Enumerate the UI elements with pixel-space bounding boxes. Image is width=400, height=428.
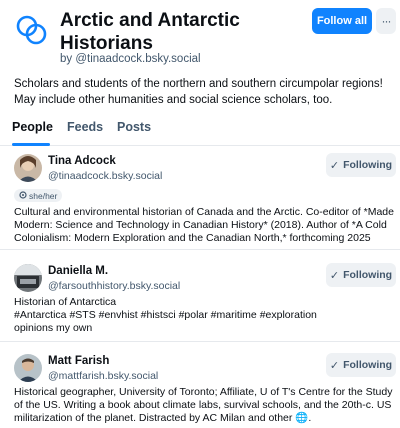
following-button[interactable]: ✓ Following: [326, 353, 396, 377]
person-handle: @mattfarish.bsky.social: [48, 370, 159, 382]
person-name[interactable]: Daniella M.: [48, 265, 108, 277]
tab-people[interactable]: People: [12, 120, 53, 134]
list-item[interactable]: Tina Adcock @tinaadcock.bsky.social ✓ Fo…: [0, 146, 400, 250]
list-item[interactable]: Daniella M. @farsouthhistory.bsky.social…: [0, 256, 400, 342]
list-item[interactable]: Matt Farish @mattfarish.bsky.social ✓ Fo…: [0, 346, 400, 428]
list-description: Scholars and students of the northern an…: [14, 78, 383, 106]
person-name[interactable]: Tina Adcock: [48, 155, 116, 167]
bio-line: #Antarctica #STS #envhist #histsci #pola…: [14, 309, 317, 321]
bio-line: opinions my own: [14, 322, 93, 334]
checkmark-icon: ✓: [329, 159, 340, 172]
follow-all-button[interactable]: Follow all: [312, 8, 372, 34]
following-label: Following: [343, 359, 393, 371]
pronoun-icon: [19, 190, 27, 201]
checkmark-icon: ✓: [329, 269, 340, 282]
page-title: Arctic and Antarctic Historians: [60, 10, 240, 54]
following-label: Following: [343, 159, 393, 171]
pronoun-text: she/her: [29, 190, 58, 201]
person-handle: @farsouthhistory.bsky.social: [48, 280, 181, 292]
ellipsis-icon: ···: [381, 14, 392, 28]
avatar[interactable]: [14, 154, 42, 182]
checkmark-icon: ✓: [329, 359, 340, 372]
following-button[interactable]: ✓ Following: [326, 153, 396, 177]
person-bio: Historical geographer, University of Tor…: [14, 386, 393, 424]
person-bio: Historian of Antarctica #Antarctica #STS…: [14, 296, 394, 335]
pronoun-badge: she/her: [14, 189, 63, 202]
tab-bar: People Feeds Posts: [0, 116, 400, 146]
following-button[interactable]: ✓ Following: [326, 263, 396, 287]
person-bio: Cultural and environmental historian of …: [14, 206, 394, 244]
following-label: Following: [343, 269, 393, 281]
list-icon: [14, 12, 50, 48]
list-author[interactable]: by @tinaadcock.bsky.social: [60, 53, 201, 65]
more-options-button[interactable]: ···: [376, 8, 396, 34]
avatar[interactable]: [14, 354, 42, 382]
person-name[interactable]: Matt Farish: [48, 355, 109, 367]
tab-feeds[interactable]: Feeds: [67, 120, 103, 134]
bio-line: Historian of Antarctica: [14, 296, 117, 308]
person-handle: @tinaadcock.bsky.social: [48, 170, 163, 182]
tab-posts[interactable]: Posts: [117, 120, 151, 134]
avatar[interactable]: [14, 264, 42, 292]
list-header: Arctic and Antarctic Historians by @tina…: [0, 0, 400, 72]
